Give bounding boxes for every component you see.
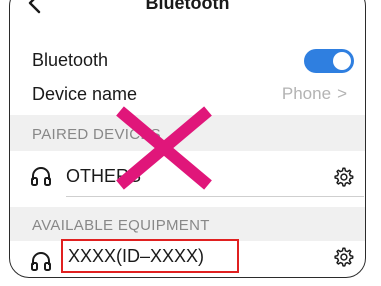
available-section-title: AVAILABLE EQUIPMENT (32, 217, 210, 234)
gear-icon[interactable] (332, 246, 354, 268)
bluetooth-toggle[interactable] (304, 49, 354, 73)
device-name-label: Device name (32, 84, 138, 104)
bluetooth-label: Bluetooth (32, 50, 109, 70)
available-item-label: XXXX(ID–XXXX) (68, 246, 205, 266)
headphones-icon (31, 167, 51, 186)
phone-screen: Bluetooth Bluetooth Device name Phone > … (9, 0, 366, 278)
list-item[interactable]: XXXX(ID–XXXX) (10, 239, 365, 277)
gear-icon[interactable] (332, 166, 354, 188)
page-title: Bluetooth (145, 0, 230, 13)
device-name-value-group[interactable]: Phone > (282, 82, 347, 106)
device-name-value: Phone (281, 84, 332, 103)
headphones-icon (31, 252, 51, 271)
toggle-knob (333, 52, 351, 70)
row-divider (66, 196, 364, 197)
chevron-right-icon: > (337, 84, 347, 103)
cross-mark-icon (116, 106, 212, 190)
